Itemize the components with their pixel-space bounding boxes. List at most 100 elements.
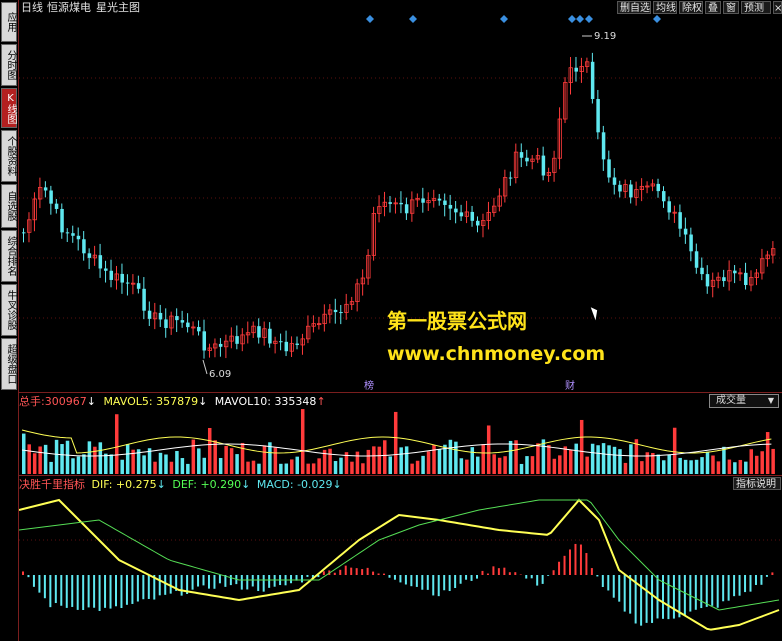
volume-bar (497, 457, 502, 474)
volume-bar (569, 450, 573, 474)
candle-body (525, 157, 529, 162)
volume-bar (388, 456, 392, 474)
sidebar-tab-timeshare[interactable]: 分时图 (1, 44, 17, 86)
volume-bar (104, 453, 108, 474)
volume-bar (393, 411, 398, 474)
indicator-select-value: 成交量 (716, 395, 746, 406)
sidebar-tab-app[interactable]: 应用 (1, 2, 17, 42)
close-icon[interactable]: × (773, 1, 782, 14)
candle-body (574, 67, 578, 72)
volume-bar (197, 448, 201, 474)
volume-bar (87, 441, 92, 474)
volume-bar (306, 463, 310, 474)
remove-watchlist-button[interactable]: 删自选 (617, 1, 651, 14)
def-label: DEF: (172, 478, 197, 491)
watermark-title: 第一股票公式网 (387, 309, 527, 333)
volume-bar (525, 456, 529, 474)
volume-total-label: 总手: (19, 395, 45, 408)
macd-indicator-name: 决胜千里指标 (19, 478, 85, 491)
sidebar-tab-kline[interactable]: K线图 (1, 88, 17, 128)
candle-body (279, 341, 283, 343)
candle-body (612, 177, 617, 185)
volume-bar (142, 455, 146, 474)
volume-bar (262, 445, 267, 474)
event-diamond-icon (653, 15, 661, 23)
moving-average-button[interactable]: 均线 (653, 1, 677, 14)
sidebar-tab-ranking[interactable]: 综合排名 (1, 230, 17, 282)
volume-bar (470, 447, 475, 474)
candle-body (284, 341, 289, 352)
sidebar-tab-orderbook[interactable]: 超级盘口 (1, 338, 17, 390)
volume-bar (43, 444, 48, 474)
candle-body (689, 234, 693, 252)
sidebar-tab-diagnosis[interactable]: 牛叉诊股 (1, 284, 17, 336)
candle-body (268, 328, 272, 344)
volume-bar (432, 445, 436, 474)
volume-bar (547, 444, 551, 474)
volume-bar (120, 459, 124, 474)
volume-bar (235, 454, 239, 474)
indicator-select[interactable]: 成交量 ▼ (709, 394, 779, 408)
event-diamond-icon (568, 15, 576, 23)
event-marker-label: 财 (565, 379, 575, 392)
candle-body (661, 191, 666, 202)
candle-body (175, 316, 179, 321)
volume-bar (421, 455, 425, 474)
volume-bar (486, 425, 491, 474)
volume-bar (339, 457, 343, 474)
volume-bar (158, 452, 163, 474)
volume-bar (765, 432, 770, 474)
volume-bar (536, 443, 540, 474)
volume-bar (508, 440, 513, 474)
window-button[interactable]: 窗 (723, 1, 739, 14)
volume-bar (558, 455, 562, 474)
volume-bar (618, 449, 622, 474)
volume-bar (202, 457, 207, 474)
volume-bar (98, 442, 103, 474)
candle-body (454, 208, 458, 213)
volume-bar (476, 456, 480, 474)
volume-bar (514, 440, 518, 474)
indicator-help-button[interactable]: 指标说明 (733, 477, 781, 490)
volume-bar (749, 449, 754, 474)
volume-bar (667, 454, 671, 474)
volume-bar (738, 459, 743, 474)
volume-bar (656, 454, 661, 474)
sidebar-tab-watchlist[interactable]: 自选股 (1, 184, 17, 228)
volume-bar (415, 460, 420, 474)
high-price-label: 9.19 (594, 31, 616, 42)
overlay-button[interactable]: 叠 (705, 1, 721, 14)
period-label: 日线 (21, 1, 43, 14)
candle-body (705, 274, 710, 287)
volume-bar (459, 458, 464, 474)
candle-body (629, 184, 633, 198)
mavol10-arrow: ↑ (316, 395, 326, 408)
volume-bar (744, 461, 748, 474)
candle-body (22, 232, 26, 234)
stock-name: 恒源煤电 (47, 1, 91, 14)
candle-body (404, 204, 409, 214)
candle-body (694, 251, 699, 268)
volume-bar (661, 460, 666, 474)
volume-bar (175, 451, 179, 474)
volume-bar (771, 448, 775, 474)
volume-bar (186, 463, 190, 474)
volume-bar (49, 461, 53, 474)
indicator-name: 星光主图 (96, 1, 140, 14)
mavol5-value: 357879 (156, 395, 199, 408)
volume-bar (705, 451, 710, 474)
candle-body (197, 326, 201, 332)
candle-body (333, 309, 338, 313)
candle-body (700, 267, 704, 275)
forecast-button[interactable]: 预测 (741, 1, 771, 14)
volume-bar (246, 461, 250, 474)
ex-rights-button[interactable]: 除权 (679, 1, 703, 14)
volume-bar (716, 461, 721, 474)
sidebar: 应用 分时图 K线图 个股资料 自选股 综合排名 牛叉诊股 超级盘口 (0, 0, 19, 641)
volume-bar (355, 451, 360, 474)
sidebar-tab-profile[interactable]: 个股资料 (1, 130, 17, 182)
volume-bar (722, 446, 726, 474)
volume-bar (590, 443, 595, 474)
volume-bar (207, 427, 212, 474)
volume-bar (711, 455, 715, 474)
